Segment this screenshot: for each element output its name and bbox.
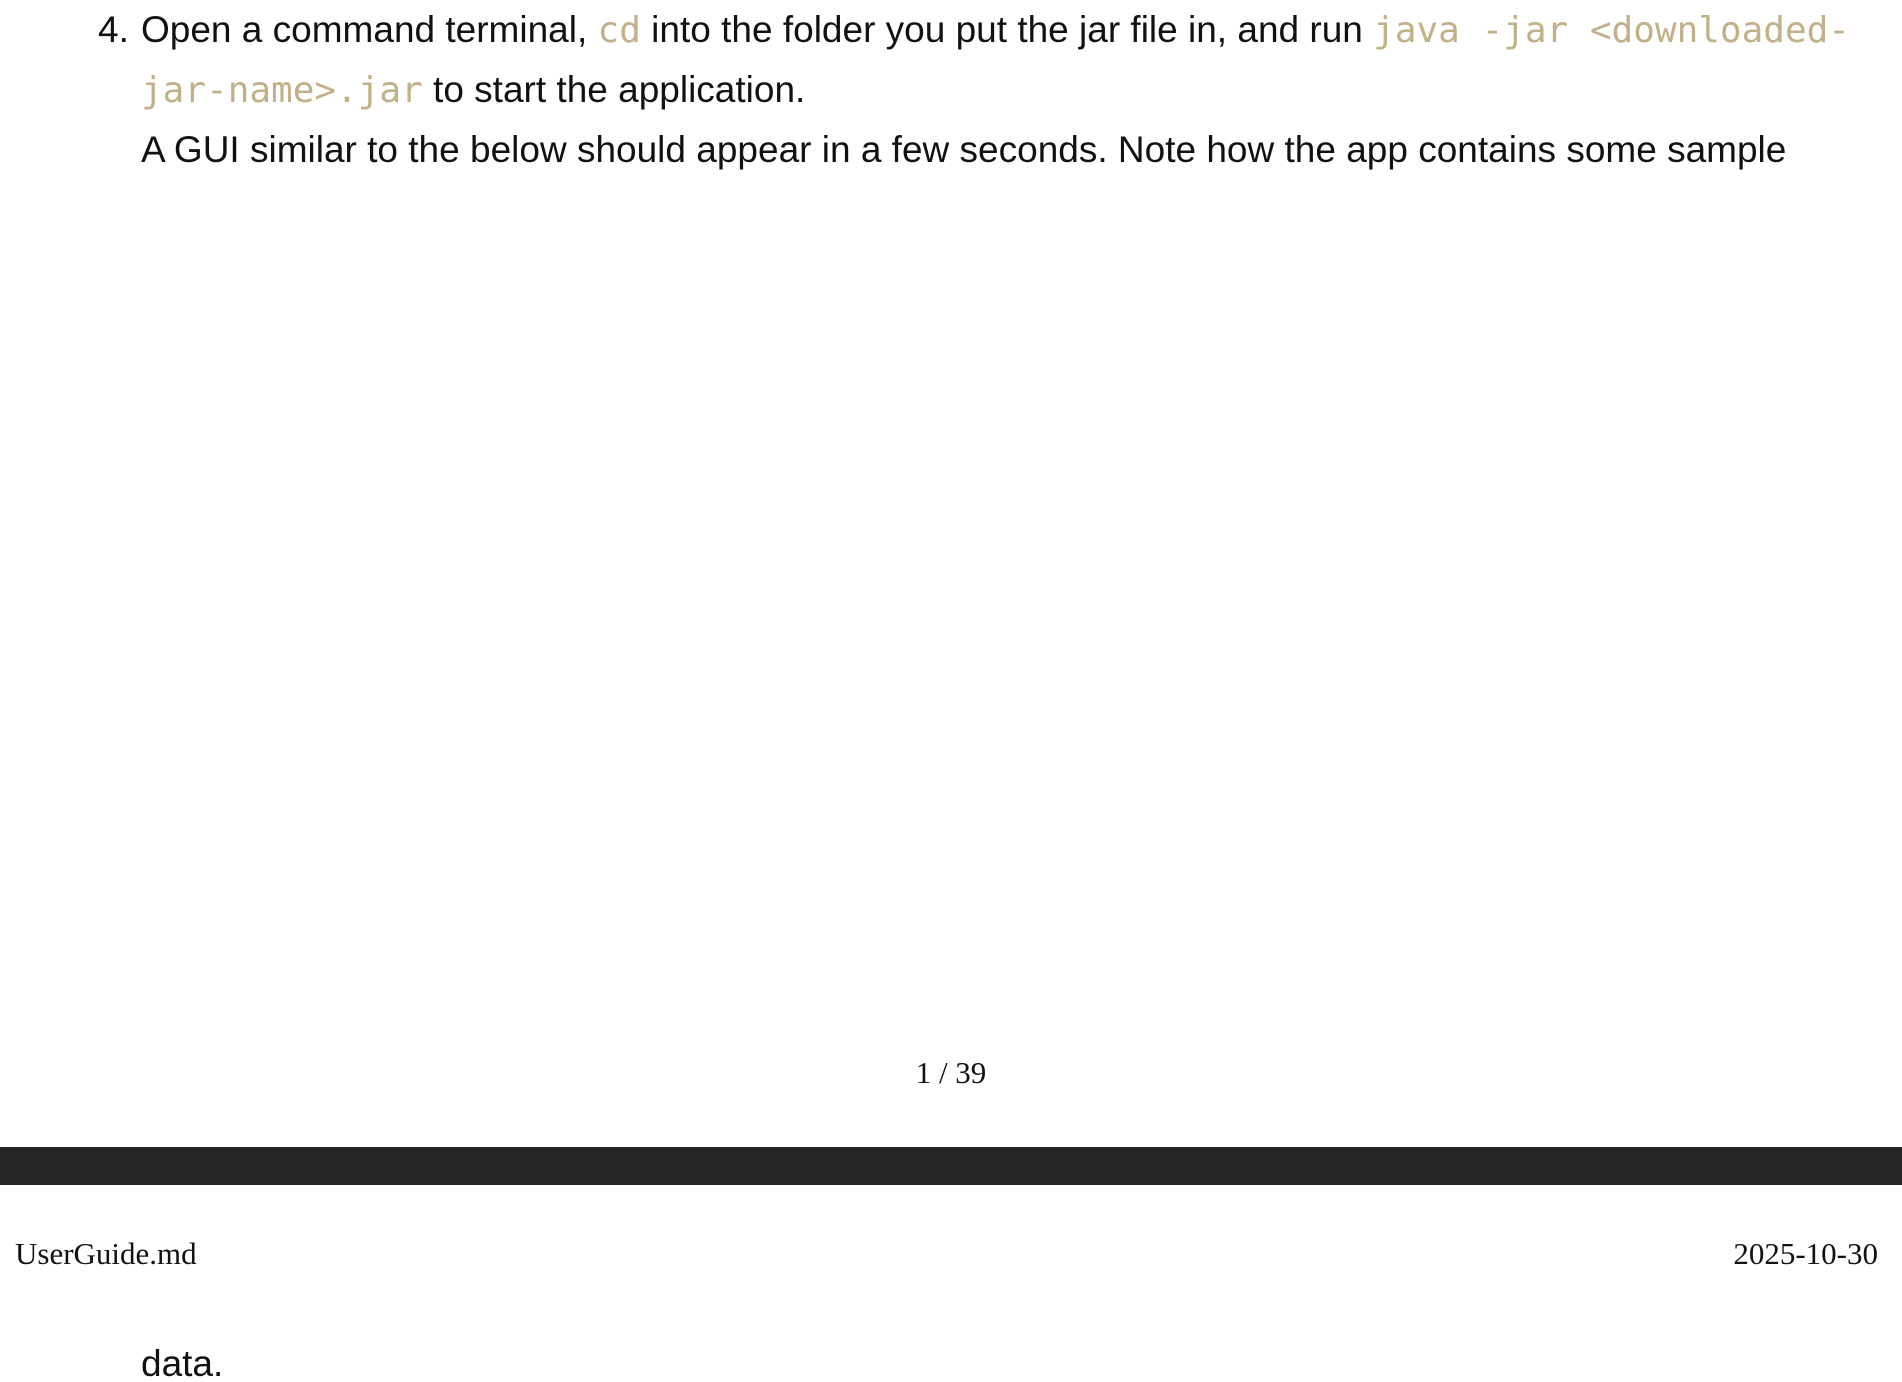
page-break-bar [0, 1147, 1902, 1185]
document-date: 2025-10-30 [1733, 1236, 1878, 1271]
list-item-step-4: 4. Open a command terminal, cd into the … [98, 0, 1878, 179]
document-filename: UserGuide.md [15, 1236, 197, 1271]
continued-paragraph-text: data. [141, 1343, 224, 1382]
step-text-part-2: into the folder you put the jar file in,… [640, 9, 1374, 50]
step-paragraph: A GUI similar to the below should appear… [141, 129, 1787, 170]
page-1: 4. Open a command terminal, cd into the … [0, 0, 1902, 1147]
step-text-part-1: Open a command terminal, [141, 9, 598, 50]
step-text-part-3: to start the application. [422, 69, 806, 110]
page-number: 1 / 39 [915, 1055, 987, 1090]
inline-code-cd: cd [597, 10, 641, 51]
list-item-body: Open a command terminal, cd into the fol… [141, 0, 1878, 179]
list-item-number: 4. [98, 9, 129, 50]
